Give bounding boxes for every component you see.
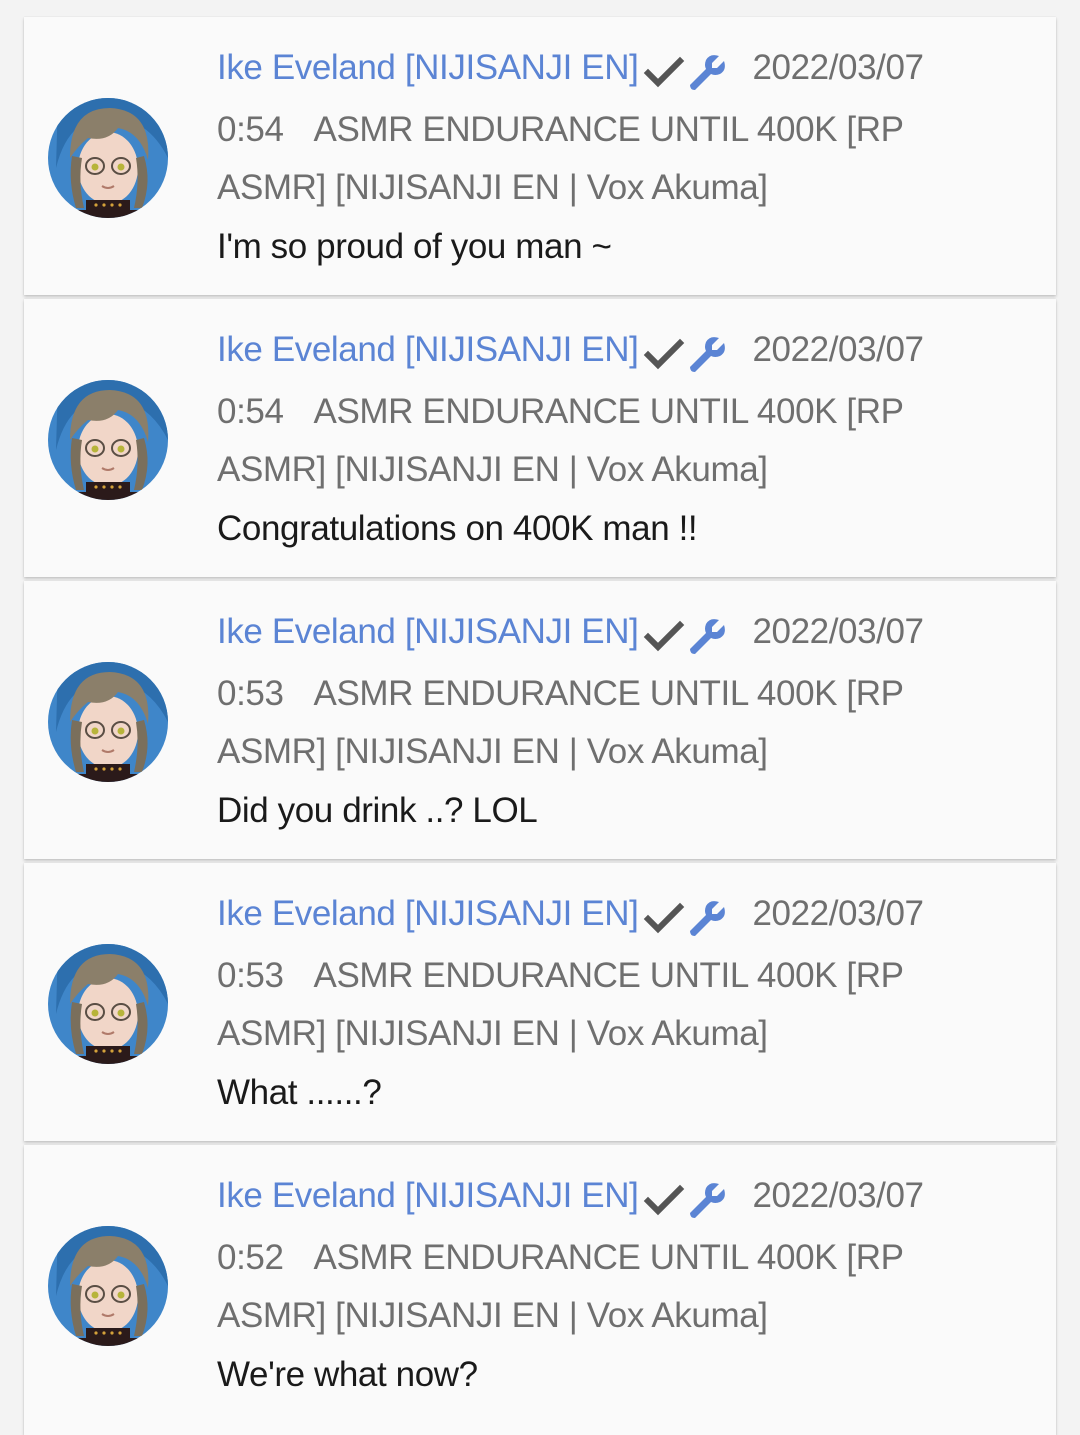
comment-card[interactable]: Ike Eveland [NIJISANJI EN] 2022/03/07 0:54…: [24, 17, 1056, 295]
message-text: We're what now?: [217, 1354, 478, 1394]
wrench-icon: [690, 618, 726, 654]
comment-content: Ike Eveland [NIJISANJI EN] 2022/03/07 0:53…: [217, 885, 1017, 1122]
avatar-image: [48, 98, 168, 218]
check-icon: [644, 56, 685, 87]
author-badges: [642, 42, 728, 101]
wrench-icon: [690, 1182, 726, 1218]
video-title[interactable]: ASMR ENDURANCE UNTIL 400K [RP ASMR] [NIJ…: [217, 956, 903, 1054]
author-badges: [642, 888, 728, 947]
timestamp-date: 2022/03/07: [752, 894, 924, 933]
comment-content: Ike Eveland [NIJISANJI EN] 2022/03/07 0:52…: [217, 1167, 1017, 1404]
timestamp-time: 0:53: [217, 955, 284, 995]
check-icon: [644, 1184, 685, 1215]
timestamp-time: 0:54: [217, 391, 284, 431]
avatar[interactable]: [48, 944, 168, 1064]
message-text: I'm so proud of you man ~: [217, 226, 612, 266]
timestamp-time: 0:54: [217, 109, 284, 149]
author-name[interactable]: Ike Eveland [NIJISANJI EN]: [217, 894, 639, 933]
avatar[interactable]: [48, 380, 168, 500]
video-title[interactable]: ASMR ENDURANCE UNTIL 400K [RP ASMR] [NIJ…: [217, 392, 903, 490]
wrench-icon: [690, 900, 726, 936]
author-badges: [642, 606, 728, 665]
timestamp-date: 2022/03/07: [752, 330, 924, 369]
avatar-image: [48, 380, 168, 500]
avatar[interactable]: [48, 98, 168, 218]
wrench-icon: [690, 54, 726, 90]
avatar[interactable]: [48, 1226, 168, 1346]
video-title[interactable]: ASMR ENDURANCE UNTIL 400K [RP ASMR] [NIJ…: [217, 110, 903, 208]
check-icon: [644, 620, 685, 651]
timestamp-time: 0:53: [217, 673, 284, 713]
timestamp-date: 2022/03/07: [752, 612, 924, 651]
check-icon: [644, 902, 685, 933]
avatar[interactable]: [48, 662, 168, 782]
comment-card[interactable]: Ike Eveland [NIJISANJI EN] 2022/03/07 0:52…: [24, 1145, 1056, 1435]
avatar-image: [48, 944, 168, 1064]
message-text: Congratulations on 400K man !!: [217, 508, 698, 548]
author-name[interactable]: Ike Eveland [NIJISANJI EN]: [217, 612, 639, 651]
avatar-image: [48, 1226, 168, 1346]
video-title[interactable]: ASMR ENDURANCE UNTIL 400K [RP ASMR] [NIJ…: [217, 1238, 903, 1336]
comment-content: Ike Eveland [NIJISANJI EN] 2022/03/07 0:54…: [217, 39, 1017, 276]
message-text: Did you drink ..? LOL: [217, 790, 538, 830]
author-name[interactable]: Ike Eveland [NIJISANJI EN]: [217, 330, 639, 369]
avatar-image: [48, 662, 168, 782]
video-title[interactable]: ASMR ENDURANCE UNTIL 400K [RP ASMR] [NIJ…: [217, 674, 903, 772]
comment-card[interactable]: Ike Eveland [NIJISANJI EN] 2022/03/07 0:54…: [24, 299, 1056, 577]
comment-card[interactable]: Ike Eveland [NIJISANJI EN] 2022/03/07 0:53…: [24, 581, 1056, 859]
comment-content: Ike Eveland [NIJISANJI EN] 2022/03/07 0:54…: [217, 321, 1017, 558]
wrench-icon: [690, 336, 726, 372]
author-badges: [642, 324, 728, 383]
message-text: What ......?: [217, 1072, 382, 1112]
timestamp-date: 2022/03/07: [752, 1176, 924, 1215]
check-icon: [644, 338, 685, 369]
author-name[interactable]: Ike Eveland [NIJISANJI EN]: [217, 48, 639, 87]
comment-content: Ike Eveland [NIJISANJI EN] 2022/03/07 0:53…: [217, 603, 1017, 840]
author-name[interactable]: Ike Eveland [NIJISANJI EN]: [217, 1176, 639, 1215]
author-badges: [642, 1170, 728, 1229]
comment-card[interactable]: Ike Eveland [NIJISANJI EN] 2022/03/07 0:53…: [24, 863, 1056, 1141]
timestamp-date: 2022/03/07: [752, 48, 924, 87]
timestamp-time: 0:52: [217, 1237, 284, 1277]
chat-feed: Ike Eveland [NIJISANJI EN] 2022/03/07 0:54…: [0, 0, 1080, 1435]
